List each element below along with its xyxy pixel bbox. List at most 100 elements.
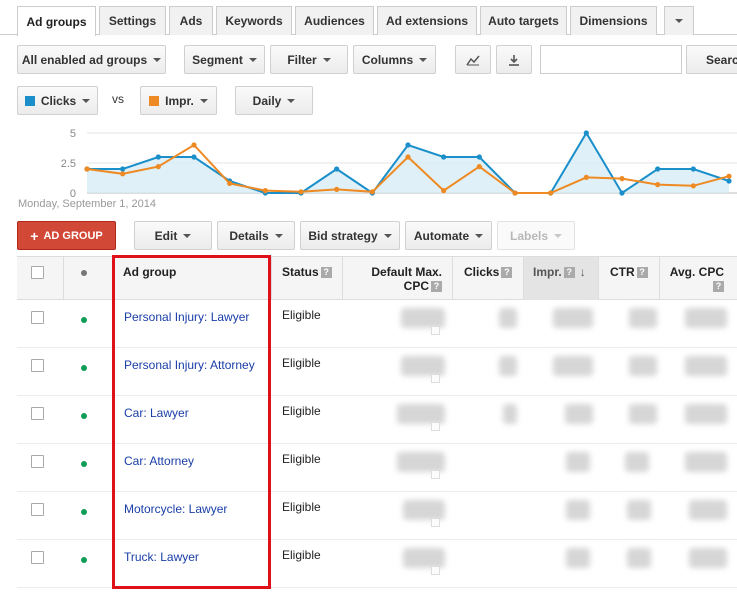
avg-cpc-header-label: Avg. CPC [669,265,724,279]
tab-settings[interactable]: Settings [99,6,166,35]
clicks-point [619,190,625,196]
tab-ads[interactable]: Ads [169,6,213,35]
chevron-down-icon [183,233,192,238]
redacted-max-cpc [401,356,445,376]
column-divider [452,257,453,300]
toggle-graph-button[interactable] [455,45,491,74]
granularity-dropdown[interactable]: Daily [235,86,313,115]
bid-strategy-button[interactable]: Bid strategy [300,221,400,250]
row-status: Eligible [282,452,321,466]
clicks-point [191,154,197,160]
download-button[interactable] [496,45,532,74]
help-icon[interactable]: ? [431,281,442,292]
row-status: Eligible [282,404,321,418]
tab-keywords[interactable]: Keywords [216,6,292,35]
status-header[interactable]: Status? [282,257,332,300]
avg-cpc-header[interactable]: Avg. CPC ? [662,257,724,300]
default-max-cpc-header[interactable]: Default Max. CPC? [347,257,442,300]
column-divider [342,257,343,300]
metric2-label: Impr. [165,93,194,108]
chevron-down-icon [82,98,91,103]
checkmark-icon [431,470,440,479]
more-tabs-button[interactable] [664,6,694,35]
clicks-header[interactable]: Clicks? [464,257,513,300]
granularity-label: Daily [252,93,282,108]
bid-strategy-label: Bid strategy [308,228,378,243]
add-ad-group-button[interactable]: + AD GROUP [17,221,116,250]
help-icon[interactable]: ? [563,267,575,278]
redacted-impr [553,308,593,328]
default-max-cpc-header-line2: CPC [403,279,429,293]
chevron-down-icon [274,233,283,238]
impr-point [369,189,375,195]
help-icon[interactable]: ? [713,281,724,292]
impr-swatch [149,95,160,106]
redacted-ctr [629,356,657,376]
redacted-impr [566,548,590,568]
ad-group-filter-dropdown[interactable]: All enabled ad groups [17,45,166,74]
tab-ad-extensions[interactable]: Ad extensions [377,6,477,35]
status-header-label: Status [282,265,319,279]
tab-ad-groups[interactable]: Ad groups [17,6,96,36]
redacted-max-cpc [401,308,445,328]
automate-button[interactable]: Automate [405,221,492,250]
impr-header[interactable]: Impr.? ↓ [533,257,586,300]
redacted-clicks [499,356,517,376]
ad-group-filter-label: All enabled ad groups [21,52,148,67]
enabled-status-dot [81,557,87,563]
clicks-point [120,166,126,172]
search-button[interactable]: Search [686,45,737,74]
labels-button[interactable]: Labels [497,221,575,250]
metric2-dropdown[interactable]: Impr. [140,86,217,115]
help-icon[interactable]: ? [320,267,332,278]
tab-dimensions[interactable]: Dimensions [570,6,657,35]
edit-button[interactable]: Edit [134,221,212,250]
redacted-impr [566,452,590,472]
metric1-dropdown[interactable]: Clicks [17,86,98,115]
column-divider [271,257,272,300]
details-button[interactable]: Details [217,221,295,250]
redacted-avg-cpc [685,356,727,376]
chevron-down-icon [248,57,257,62]
tab-audiences[interactable]: Audiences [295,6,374,35]
sort-descending-icon: ↓ [579,265,586,279]
clicks-point [583,130,589,136]
download-icon [509,54,519,66]
redacted-avg-cpc [689,548,727,568]
filter-label: Filter [287,52,317,67]
chevron-down-icon [475,233,484,238]
tab-bar: Ad groups Settings Ads Keywords Audience… [0,0,737,36]
impr-point [441,188,447,194]
checkmark-icon [431,518,440,527]
ctr-header[interactable]: CTR? [610,257,648,300]
segment-button[interactable]: Segment [184,45,265,74]
impr-header-label: Impr. [533,265,562,279]
search-input[interactable] [540,45,682,74]
row-checkbox[interactable] [31,455,44,468]
clicks-swatch [24,95,35,106]
enabled-status-dot [81,317,87,323]
columns-button[interactable]: Columns [353,45,436,74]
filter-button[interactable]: Filter [270,45,348,74]
y-tick-label: 2.5 [61,158,76,170]
row-status: Eligible [282,308,321,322]
tab-auto-targets[interactable]: Auto targets [480,6,567,35]
row-checkbox[interactable] [31,359,44,372]
redacted-max-cpc [403,500,445,520]
clicks-point [476,154,482,160]
redacted-impr [553,356,593,376]
columns-label: Columns [361,52,414,67]
clicks-point [441,154,447,160]
row-checkbox[interactable] [31,551,44,564]
row-checkbox[interactable] [31,407,44,420]
enabled-status-dot [81,461,87,467]
help-icon[interactable]: ? [636,267,648,278]
row-checkbox[interactable] [31,311,44,324]
chevron-down-icon [287,98,296,103]
help-icon[interactable]: ? [501,267,513,278]
row-checkbox[interactable] [31,503,44,516]
line-chart-icon [466,55,480,65]
select-all-checkbox[interactable] [31,266,44,279]
impr-point [655,182,661,188]
redacted-avg-cpc [685,308,727,328]
